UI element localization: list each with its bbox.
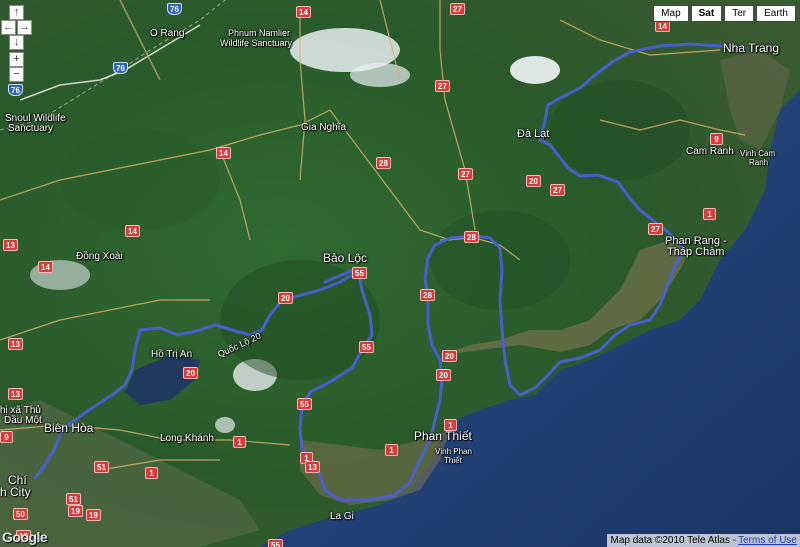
road-shield-27: 27 (435, 80, 450, 92)
map-attribution: Map data ©2010 Tele Atlas - Terms of Use (607, 534, 800, 547)
road-shield-19: 19 (68, 505, 83, 517)
map-type-earth-button[interactable]: Earth (756, 5, 796, 22)
pan-up-button[interactable]: ↑ (9, 5, 24, 20)
label-bao-loc: Bảo Lộc (323, 251, 368, 265)
road-shield-1: 1 (385, 444, 398, 456)
label-thi-xa-thu-2: Dầu Một (4, 415, 42, 426)
terms-of-use-link[interactable]: Terms of Use (738, 535, 797, 546)
road-shield-55: 55 (297, 398, 312, 410)
road-shield-76: 76 (8, 84, 23, 96)
road-shield-14: 14 (296, 6, 311, 18)
road-shield-13: 13 (8, 388, 23, 400)
road-shield-1: 1 (145, 467, 158, 479)
road-shield-28: 28 (420, 289, 435, 301)
label-vinh-cam-ranh-1: Vịnh Cam (740, 149, 776, 158)
satellite-map[interactable]: Nha Trang Đà Lạt Cam Ranh Vịnh Cam Ranh … (0, 0, 800, 547)
road-shield-20: 20 (526, 175, 541, 187)
satellite-imagery (0, 0, 800, 547)
map-type-map-button[interactable]: Map (653, 5, 689, 22)
zoom-out-button[interactable]: − (9, 67, 24, 82)
label-dong-xoai: Đồng Xoài (76, 251, 123, 262)
label-phnum-1: Phnum Namlier (228, 28, 291, 38)
map-type-satellite-button[interactable]: Sat (690, 5, 723, 22)
road-shield-27: 27 (648, 223, 663, 235)
road-shield-20: 20 (442, 350, 457, 362)
label-phnum-2: Wildlife Sanctuary (220, 38, 293, 48)
attribution-text: Map data ©2010 Tele Atlas - (610, 535, 737, 546)
pan-down-button[interactable]: ↓ (9, 35, 24, 50)
road-shield-76: 76 (167, 3, 182, 15)
pan-left-button[interactable]: ← (1, 20, 16, 35)
road-shield-13: 13 (3, 239, 18, 251)
label-la-gi: La Gi (330, 511, 354, 522)
road-shield-51: 51 (66, 493, 81, 505)
road-shield-13: 13 (305, 461, 320, 473)
label-phan-thiet: Phan Thiết (414, 429, 472, 443)
road-shield-28: 28 (464, 231, 479, 243)
road-shield-55: 55 (268, 539, 283, 547)
road-shield-1: 1 (233, 436, 246, 448)
road-shield-27: 27 (458, 168, 473, 180)
road-shield-14: 14 (125, 225, 140, 237)
road-shield-28: 28 (376, 157, 391, 169)
road-shield-27: 27 (550, 184, 565, 196)
label-chi-2: h City (0, 485, 31, 499)
pan-right-button[interactable]: → (17, 20, 32, 35)
road-shield-27: 27 (450, 3, 465, 15)
road-shield-20: 20 (436, 369, 451, 381)
road-shield-9: 9 (0, 431, 13, 443)
zoom-in-button[interactable]: + (9, 52, 24, 67)
label-nha-trang: Nha Trang (723, 41, 780, 55)
label-bien-hoa: Biên Hòa (44, 421, 94, 435)
road-shield-13: 13 (8, 338, 23, 350)
road-shield-14: 14 (216, 147, 231, 159)
google-logo[interactable]: Google (2, 529, 48, 545)
label-vinh-cam-ranh-2: Ranh (749, 158, 769, 167)
label-phan-rang-2: Tháp Chàm (667, 246, 725, 258)
label-da-lat: Đà Lạt (517, 128, 550, 140)
map-type-terrain-button[interactable]: Ter (724, 5, 755, 22)
road-shield-50: 50 (13, 508, 28, 520)
road-shield-20: 20 (278, 292, 293, 304)
road-shield-51: 51 (94, 461, 109, 473)
label-cam-ranh: Cam Ranh (686, 146, 734, 157)
road-shield-19: 19 (86, 509, 101, 521)
road-shield-55: 55 (352, 267, 367, 279)
label-ho-tri-an: Hồ Trị An (151, 349, 193, 360)
label-gia-nghia: Gia Nghĩa (301, 122, 347, 133)
map-type-selector: Map Sat Ter Earth (653, 5, 796, 22)
label-vinh-phan-thiet-2: Thiết (444, 456, 462, 465)
label-o-rang: O Rang (150, 28, 185, 39)
road-shield-55: 55 (359, 341, 374, 353)
road-shield-76: 76 (113, 62, 128, 74)
road-shield-9: 9 (710, 133, 723, 145)
label-vinh-phan-thiet-1: Vịnh Phan (435, 447, 472, 456)
label-snoul-2: Sanctuary (8, 123, 54, 134)
road-shield-20: 20 (183, 367, 198, 379)
road-shield-14: 14 (38, 261, 53, 273)
label-long-khanh: Long Khánh (160, 433, 214, 444)
road-shield-1: 1 (444, 419, 457, 431)
road-shield-1: 1 (703, 208, 716, 220)
